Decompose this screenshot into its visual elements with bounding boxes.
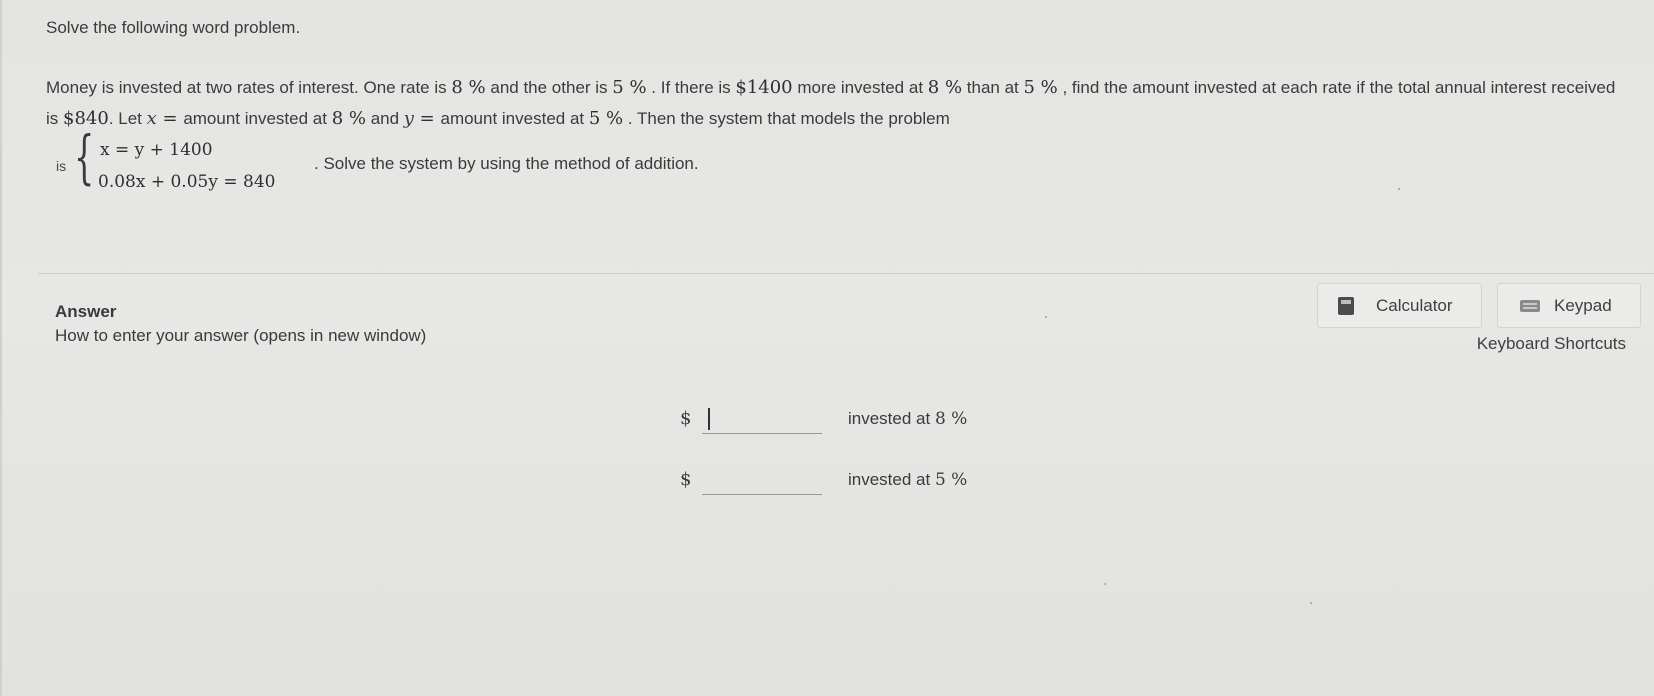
equals-sign: = — [413, 108, 441, 129]
rate-5-percent: 5 % — [612, 77, 647, 98]
keypad-button-label: Keypad — [1554, 295, 1612, 315]
amount-5-percent-input[interactable] — [702, 465, 822, 495]
keyboard-shortcuts-link[interactable]: Keyboard Shortcuts — [1477, 334, 1626, 354]
instruction-text: Solve the following word problem. — [46, 18, 301, 37]
speck — [1310, 602, 1312, 604]
problem-segment: and the other is — [485, 78, 613, 97]
problem-segment: . Then the system that models the proble… — [623, 109, 950, 128]
answer-row-5-percent: $ invested at 5 % — [680, 465, 1020, 499]
problem-segment: . If there is — [646, 78, 736, 97]
keyboard-icon — [1520, 299, 1540, 312]
rate-5-percent: 5 % — [1023, 77, 1058, 98]
rate-5-percent: 5 % — [588, 108, 624, 129]
equation-system: is { x = y + 1400 0.08x + 0.05y = 840 . … — [46, 128, 946, 200]
system-suffix: . Solve the system by using the method o… — [314, 154, 699, 173]
text-cursor — [708, 408, 710, 430]
problem-segment: amount invested at — [183, 109, 332, 128]
answer-label-5-percent: invested at 5 % — [848, 470, 967, 490]
keypad-button[interactable]: Keypad — [1497, 283, 1641, 328]
problem-segment: . Let — [108, 109, 147, 128]
calculator-button-label: Calculator — [1376, 295, 1453, 315]
problem-segment: and — [365, 109, 404, 128]
rate-8-percent: 8 % — [927, 77, 963, 98]
speck — [1104, 583, 1106, 585]
amount-8-percent-input[interactable] — [702, 404, 822, 434]
answer-label-text: invested at — [848, 470, 935, 489]
dollar-sign: $ — [680, 408, 692, 429]
variable-x: x — [146, 108, 157, 129]
answer-heading: Answer — [55, 302, 117, 321]
equation-1: x = y + 1400 — [100, 140, 213, 160]
system-prefix: is — [56, 158, 67, 174]
answer-label-text: invested at — [848, 409, 935, 428]
equation-2: 0.08x + 0.05y = 840 — [98, 172, 276, 192]
answer-label-rate: 8 % — [934, 409, 968, 429]
problem-segment: Money is invested at two rates of intere… — [46, 78, 452, 97]
dollar-sign: $ — [680, 469, 692, 490]
section-divider — [38, 273, 1654, 274]
difference-amount: $1400 — [735, 77, 793, 98]
speck — [1398, 188, 1400, 190]
answer-row-8-percent: $ invested at 8 % — [680, 404, 1020, 438]
help-link[interactable]: How to enter your answer (opens in new w… — [55, 326, 426, 346]
rate-8-percent: 8 % — [331, 108, 366, 129]
left-brace-icon: { — [74, 123, 95, 191]
rate-8-percent: 8 % — [451, 77, 486, 98]
answer-label-rate: 5 % — [934, 470, 968, 490]
calculator-icon — [1338, 296, 1354, 315]
variable-y: y — [403, 108, 414, 129]
answer-label-8-percent: invested at 8 % — [848, 409, 967, 429]
speck — [1045, 316, 1047, 318]
problem-segment: more invested at — [792, 78, 928, 97]
problem-segment: than at — [962, 78, 1024, 97]
calculator-button[interactable]: Calculator — [1317, 283, 1482, 328]
equals-sign: = — [156, 108, 184, 129]
problem-segment: amount invested at — [440, 109, 589, 128]
problem-text: Money is invested at two rates of intere… — [46, 72, 1616, 134]
